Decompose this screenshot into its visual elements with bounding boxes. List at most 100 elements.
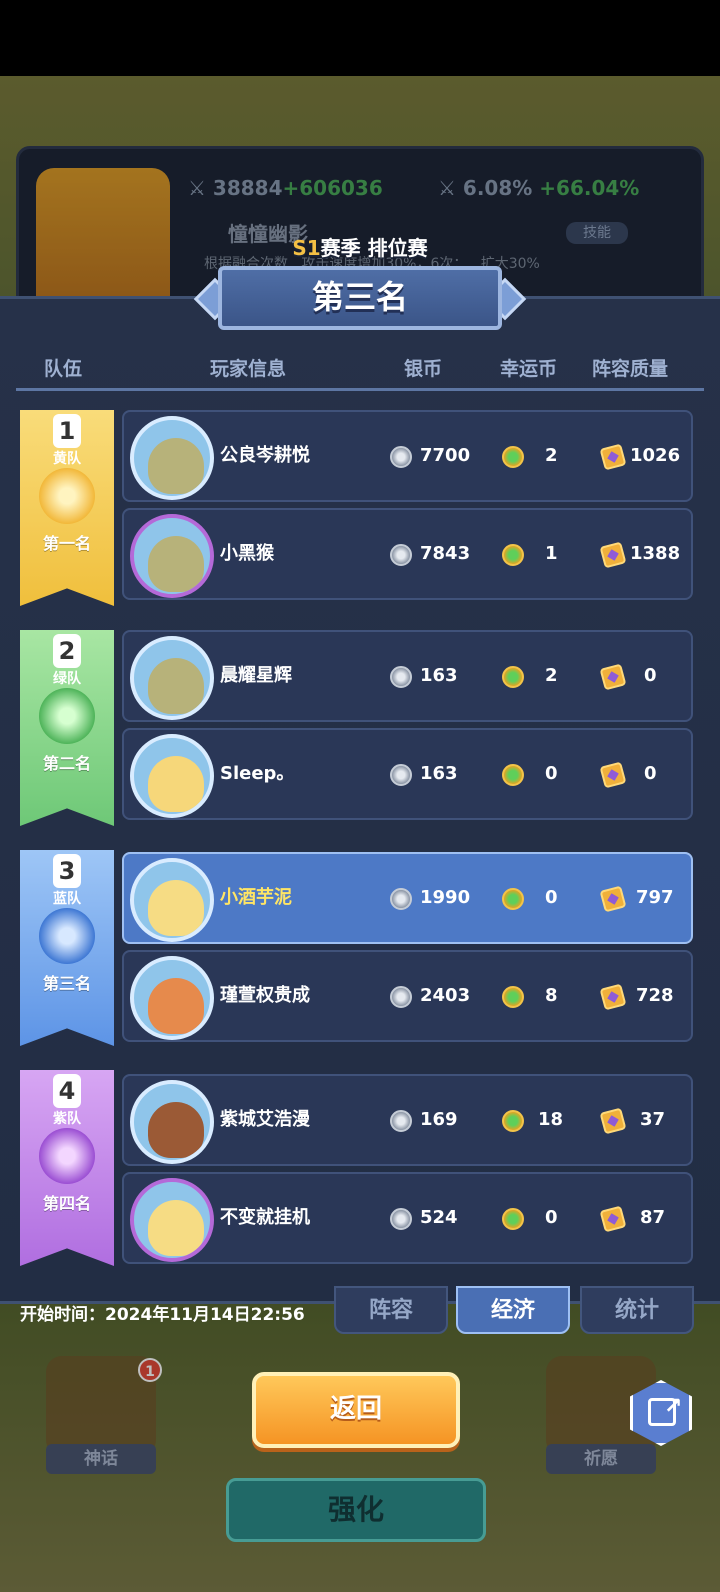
luck-value: 18 [538,1109,564,1130]
player-row[interactable]: 公良岑耕悦 7700 2 1026 [122,410,693,502]
player-avatar [130,1080,214,1164]
quality-value: 0 [644,665,657,686]
silver-value: 1990 [420,887,471,908]
player-row-self[interactable]: 小酒芋泥 1990 0 797 [122,852,693,944]
share-arrow-icon: ↗ [664,1394,683,1419]
team-flag-green: 2 绿队 第二名 [20,630,114,826]
team-place: 第三名 [42,974,91,993]
silver-value: 524 [420,1207,458,1228]
player-row[interactable]: 晨耀星辉 163 2 0 [122,630,693,722]
team-place: 第一名 [42,534,91,553]
player-avatar [130,636,214,720]
luck-coin-icon [502,986,524,1008]
col-quality: 阵容质量 [592,358,669,380]
quality-value: 1026 [630,445,681,466]
player-name: 紫城艾浩漫 [220,1109,310,1130]
player-name: 不变就挂机 [220,1207,310,1228]
team-flag-blue: 3 蓝队 第三名 [20,850,114,1046]
crown-avatar-icon [148,1200,204,1256]
silver-coin-icon [390,544,412,566]
brunette-avatar-icon [148,1102,204,1158]
season-text: 赛季 排位赛 [320,236,428,260]
star-emblem-icon [39,468,95,524]
player-name: 小黑猴 [220,543,274,564]
player-name: 公良岑耕悦 [220,445,310,466]
luck-value: 1 [545,543,558,564]
player-avatar [130,734,214,818]
team-place: 第四名 [42,1194,91,1213]
status-bar [0,0,720,76]
player-avatar [130,858,214,942]
silver-value: 169 [420,1109,458,1130]
col-team: 队伍 [44,358,83,380]
team-number: 3 [53,854,81,888]
player-name: 瑾萱权贵成 [220,985,310,1006]
silver-value: 163 [420,763,458,784]
team-name: 黄队 [53,451,81,467]
team-number: 4 [53,1074,81,1108]
silver-coin-icon [390,1208,412,1230]
team-place: 第二名 [42,754,91,773]
luck-coin-icon [502,1110,524,1132]
player-row[interactable]: 瑾萱权贵成 2403 8 728 [122,950,693,1042]
quality-ticket-icon [599,761,627,789]
silver-value: 7843 [420,543,471,564]
tab-lineup[interactable]: 阵容 [334,1286,448,1334]
luck-value: 2 [545,665,558,686]
player-row[interactable]: 紫城艾浩漫 169 18 37 [122,1074,693,1166]
luck-coin-icon [502,544,524,566]
player-row[interactable]: 小黑猴 7843 1 1388 [122,508,693,600]
team-name: 蓝队 [53,891,81,907]
start-time: 开始时间：2024年11月14日22:56 [20,1305,305,1325]
quality-ticket-icon [599,885,627,913]
screen: ⚔ 38884+606036 ⚔ 6.08% +66.04% 憧憧幽影 技能 根… [0,0,720,1592]
quality-ticket-icon [599,541,627,569]
tab-stats[interactable]: 统计 [580,1286,694,1334]
col-player-info: 玩家信息 [210,358,287,380]
player-name: 晨耀星辉 [220,665,292,686]
luck-coin-icon [502,446,524,468]
quality-value: 728 [636,985,674,1006]
luck-coin-icon [502,666,524,688]
season-prefix: S1 [292,236,321,260]
dino-avatar-icon [148,658,204,714]
silver-value: 2403 [420,985,471,1006]
silver-coin-icon [390,764,412,786]
quality-ticket-icon [599,1205,627,1233]
quality-value: 87 [640,1207,666,1228]
player-name: 小酒芋泥 [220,887,292,908]
season-title: S1赛季 排位赛 [0,232,720,261]
team-name: 紫队 [53,1111,81,1127]
player-avatar [130,956,214,1040]
player-row[interactable]: 不变就挂机 524 0 87 [122,1172,693,1264]
header-divider [16,388,704,391]
result-banner: 第三名 [218,266,502,330]
player-avatar [130,1178,214,1262]
back-button[interactable]: 返回 [252,1372,460,1448]
crown-avatar-icon [148,880,204,936]
team-number: 2 [53,634,81,668]
quality-ticket-icon [599,663,627,691]
tab-economy[interactable]: 经济 [456,1286,570,1334]
luck-value: 0 [545,1207,558,1228]
luck-value: 8 [545,985,558,1006]
quality-value: 1388 [630,543,681,564]
luck-value: 0 [545,887,558,908]
team-flag-purple: 4 紫队 第四名 [20,1070,114,1266]
silver-coin-icon [390,888,412,910]
quality-ticket-icon [599,983,627,1011]
silver-coin-icon [390,986,412,1008]
silver-coin-icon [390,1110,412,1132]
player-row[interactable]: Sleep。 163 0 0 [122,728,693,820]
luck-coin-icon [502,1208,524,1230]
team-number: 1 [53,414,81,448]
luck-value: 2 [545,445,558,466]
swirl-emblem-icon [39,908,95,964]
quality-ticket-icon [599,443,627,471]
dino-avatar-icon [148,536,204,592]
player-avatar [130,416,214,500]
lightning-emblem-icon [39,1128,95,1184]
player-name: Sleep。 [220,763,295,784]
quality-ticket-icon [599,1107,627,1135]
silver-coin-icon [390,446,412,468]
